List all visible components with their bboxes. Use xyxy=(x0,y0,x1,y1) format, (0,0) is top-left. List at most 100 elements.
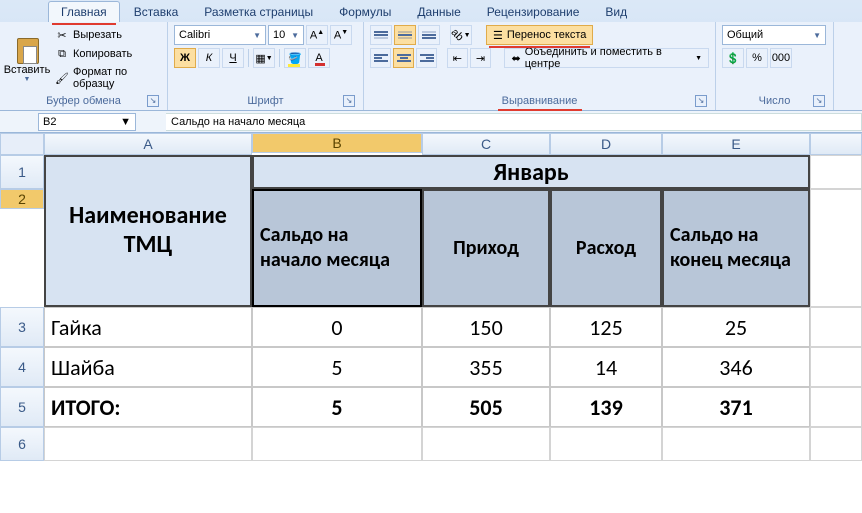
cell-A5[interactable]: ИТОГО: xyxy=(44,387,252,427)
borders-icon: ▦ xyxy=(255,52,265,65)
brush-icon: 🖌 xyxy=(55,71,69,85)
dialog-launcher-icon[interactable]: ↘ xyxy=(813,95,825,107)
cell-C3[interactable]: 150 xyxy=(422,307,550,347)
copy-button[interactable]: ⧉ Копировать xyxy=(52,46,161,62)
wrap-text-icon: ☰ xyxy=(493,29,503,42)
tab-data[interactable]: Данные xyxy=(405,2,472,22)
row-header-6[interactable]: 6 xyxy=(0,427,44,461)
tab-view[interactable]: Вид xyxy=(593,2,639,22)
name-box[interactable]: B2▼ xyxy=(38,113,136,131)
ribbon-body: Вставить ▼ ✂ Вырезать ⧉ Копировать 🖌 Фор… xyxy=(0,22,862,110)
cell-D6[interactable] xyxy=(550,427,662,461)
currency-button[interactable]: 💲 xyxy=(722,48,744,68)
cell-E6[interactable] xyxy=(662,427,810,461)
cell-D2[interactable]: Расход xyxy=(550,189,662,307)
row-header-5[interactable]: 5 xyxy=(0,387,44,427)
cell-A6[interactable] xyxy=(44,427,252,461)
italic-button[interactable]: К xyxy=(198,48,220,68)
paste-icon xyxy=(13,36,41,64)
merge-icon: ⬌ xyxy=(511,52,520,65)
tab-insert[interactable]: Вставка xyxy=(122,2,191,22)
cell-B5[interactable]: 5 xyxy=(252,387,422,427)
align-top-button[interactable] xyxy=(370,25,392,45)
row-header-2[interactable]: 2 xyxy=(0,189,44,209)
cut-button[interactable]: ✂ Вырезать xyxy=(52,27,161,43)
cell-F4[interactable] xyxy=(810,347,862,387)
tab-formulas[interactable]: Формулы xyxy=(327,2,403,22)
align-right-icon xyxy=(420,53,434,63)
cell-F6[interactable] xyxy=(810,427,862,461)
cell-C4[interactable]: 355 xyxy=(422,347,550,387)
wrap-text-button[interactable]: ☰ Перенос текста xyxy=(486,25,593,45)
cell-E4[interactable]: 346 xyxy=(662,347,810,387)
cell-C2[interactable]: Приход xyxy=(422,189,550,307)
group-number: Общий▼ 💲 % 000 Число↘ xyxy=(716,22,834,110)
dialog-launcher-icon[interactable]: ↘ xyxy=(695,95,707,107)
font-size-select[interactable]: 10▼ xyxy=(268,25,304,45)
cell-E2[interactable]: Сальдо на конец месяца xyxy=(662,189,810,307)
paste-button[interactable]: Вставить ▼ xyxy=(6,25,48,93)
cell-B4[interactable]: 5 xyxy=(252,347,422,387)
cell-B1[interactable]: Январь xyxy=(252,155,810,189)
cell-F2[interactable] xyxy=(810,189,862,307)
select-all-corner[interactable] xyxy=(0,133,44,155)
fill-color-button[interactable]: 🪣 xyxy=(284,48,306,68)
cell-D3[interactable]: 125 xyxy=(550,307,662,347)
cell-F1[interactable] xyxy=(810,155,862,189)
align-center-button[interactable] xyxy=(393,48,414,68)
orientation-button[interactable]: ab▼ xyxy=(450,25,472,45)
cell-A4[interactable]: Шайба xyxy=(44,347,252,387)
align-center-icon xyxy=(397,53,411,63)
cell-D4[interactable]: 14 xyxy=(550,347,662,387)
cell-A1[interactable]: Наименование ТМЦ xyxy=(44,155,252,307)
align-left-button[interactable] xyxy=(370,48,391,68)
cell-B2[interactable]: Сальдо на начало месяца xyxy=(252,189,422,307)
font-color-button[interactable]: A xyxy=(308,48,330,68)
cell-D5[interactable]: 139 xyxy=(550,387,662,427)
borders-button[interactable]: ▦▼ xyxy=(253,48,275,68)
dialog-launcher-icon[interactable]: ↘ xyxy=(147,95,159,107)
cell-C5[interactable]: 505 xyxy=(422,387,550,427)
increase-indent-button[interactable]: ⇥ xyxy=(470,48,491,68)
cell-E5[interactable]: 371 xyxy=(662,387,810,427)
align-middle-button[interactable] xyxy=(394,25,416,45)
font-name-select[interactable]: Calibri▼ xyxy=(174,25,266,45)
align-bottom-button[interactable] xyxy=(418,25,440,45)
col-header-C[interactable]: C xyxy=(422,133,550,155)
decrease-font-button[interactable]: A▼ xyxy=(330,25,352,45)
cell-F5[interactable] xyxy=(810,387,862,427)
row-header-4[interactable]: 4 xyxy=(0,347,44,387)
cell-A3[interactable]: Гайка xyxy=(44,307,252,347)
cell-B6[interactable] xyxy=(252,427,422,461)
bold-button[interactable]: Ж xyxy=(174,48,196,68)
decrease-indent-button[interactable]: ⇤ xyxy=(447,48,468,68)
format-painter-button[interactable]: 🖌 Формат по образцу xyxy=(52,65,161,91)
merge-center-button[interactable]: ⬌ Объединить и поместить в центре ▼ xyxy=(504,48,709,68)
tab-review[interactable]: Рецензирование xyxy=(475,2,592,22)
comma-button[interactable]: 000 xyxy=(770,48,792,68)
formula-input[interactable]: Сальдо на начало месяца xyxy=(166,113,862,131)
group-font: Calibri▼ 10▼ A▲ A▼ Ж К Ч ▦▼ 🪣 A Шрифт↘ xyxy=(168,22,364,110)
currency-icon: 💲 xyxy=(726,52,740,65)
col-header-next[interactable] xyxy=(810,133,862,155)
increase-font-button[interactable]: A▲ xyxy=(306,25,328,45)
col-header-E[interactable]: E xyxy=(662,133,810,155)
col-header-B[interactable]: B xyxy=(252,133,422,153)
ribbon-tabs: Главная Вставка Разметка страницы Формул… xyxy=(0,0,862,22)
cell-F3[interactable] xyxy=(810,307,862,347)
tab-page-layout[interactable]: Разметка страницы xyxy=(192,2,325,22)
row-header-3[interactable]: 3 xyxy=(0,307,44,347)
cell-E3[interactable]: 25 xyxy=(662,307,810,347)
fx-icon[interactable]: fx xyxy=(136,115,166,129)
col-header-D[interactable]: D xyxy=(550,133,662,155)
percent-button[interactable]: % xyxy=(746,48,768,68)
underline-button[interactable]: Ч xyxy=(222,48,244,68)
tab-home[interactable]: Главная xyxy=(48,1,120,22)
align-right-button[interactable] xyxy=(416,48,437,68)
number-format-select[interactable]: Общий▼ xyxy=(722,25,826,45)
cell-B3[interactable]: 0 xyxy=(252,307,422,347)
dialog-launcher-icon[interactable]: ↘ xyxy=(343,95,355,107)
col-header-A[interactable]: A xyxy=(44,133,252,155)
cell-C6[interactable] xyxy=(422,427,550,461)
row-header-1[interactable]: 1 xyxy=(0,155,44,189)
